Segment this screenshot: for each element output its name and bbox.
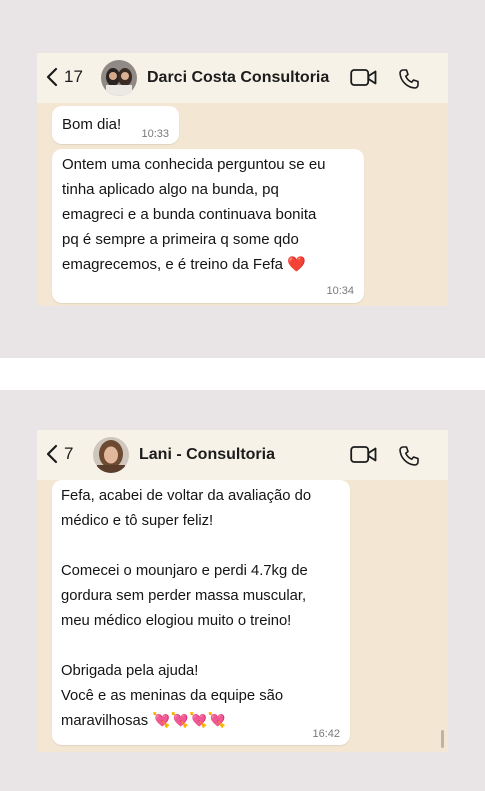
chevron-left-icon	[46, 444, 58, 464]
chat-screenshot-lani: 7 Lani - Consultoria Fefa, acabei de vol…	[37, 430, 448, 752]
contact-name: Lani - Consultoria	[139, 446, 275, 463]
chevron-left-icon	[46, 67, 58, 87]
phone-icon[interactable]	[398, 68, 420, 90]
video-call-icon[interactable]	[350, 68, 377, 88]
contact-name: Darci Costa Consultoria	[147, 69, 330, 86]
message-text: Ontem uma conhecida perguntou se eu tinh…	[62, 156, 326, 273]
chat-header: 17 Darci Costa Consultoria	[37, 53, 448, 103]
message-time: 16:42	[312, 728, 340, 740]
message-bubble[interactable]: Bom dia! 10:33	[52, 106, 179, 144]
back-button[interactable]: 17	[46, 67, 83, 87]
message-text: Fefa, acabei de voltar da avaliação do m…	[61, 488, 312, 729]
chat-header: 7 Lani - Consultoria	[37, 430, 448, 480]
avatar[interactable]	[93, 437, 129, 473]
phone-icon[interactable]	[398, 445, 420, 467]
separator-band	[0, 358, 485, 390]
scrollbar[interactable]	[441, 730, 444, 748]
message-time: 10:33	[141, 128, 169, 140]
unread-count: 17	[64, 67, 83, 86]
message-bubble[interactable]: Ontem uma conhecida perguntou se eu tinh…	[52, 149, 364, 303]
message-bubble[interactable]: Fefa, acabei de voltar da avaliação do m…	[52, 480, 350, 745]
avatar[interactable]	[101, 60, 137, 96]
message-text: Bom dia!	[62, 116, 122, 133]
back-button[interactable]: 7	[46, 444, 73, 464]
unread-count: 7	[64, 444, 74, 463]
message-time: 10:34	[326, 285, 354, 297]
chat-screenshot-darci: 17 Darci Costa Consultoria Bom dia! 10:3…	[37, 53, 448, 306]
video-call-icon[interactable]	[350, 445, 377, 465]
